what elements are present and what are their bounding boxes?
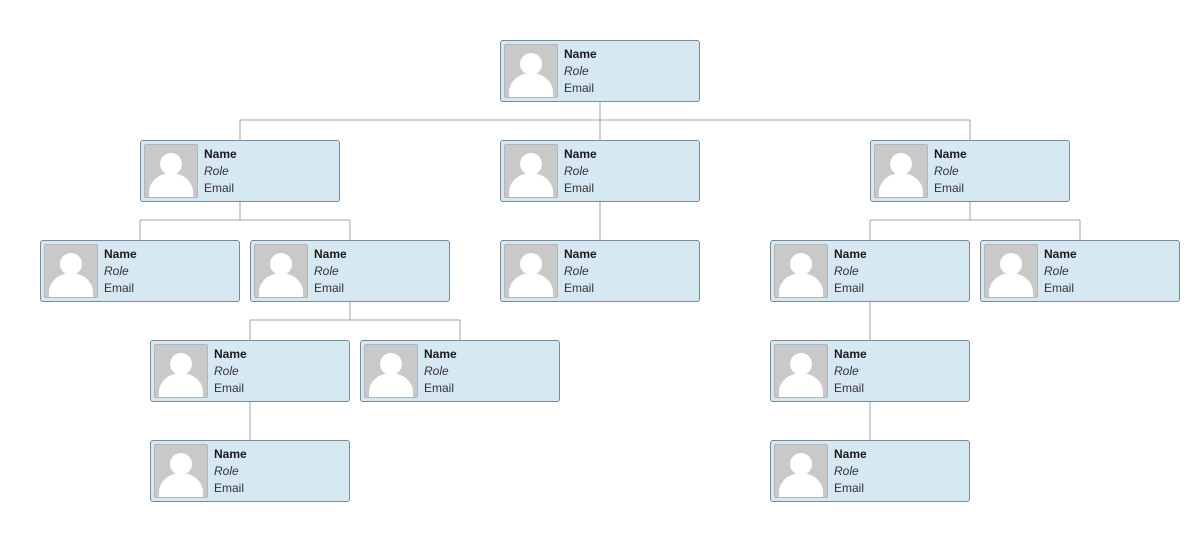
org-node-m1[interactable]: Name Role Email <box>140 140 340 202</box>
node-name: Name <box>214 346 247 363</box>
avatar-icon <box>254 244 308 298</box>
avatar-icon <box>774 344 828 398</box>
node-info: Name Role Email <box>834 244 867 298</box>
node-role: Role <box>214 463 247 480</box>
node-name: Name <box>564 46 597 63</box>
node-name: Name <box>204 146 237 163</box>
node-name: Name <box>834 346 867 363</box>
avatar-icon <box>504 244 558 298</box>
node-email: Email <box>214 480 247 497</box>
node-email: Email <box>214 380 247 397</box>
org-node-m2[interactable]: Name Role Email <box>500 140 700 202</box>
org-node-m1b1[interactable]: Name Role Email <box>150 340 350 402</box>
node-name: Name <box>564 146 597 163</box>
node-email: Email <box>564 180 597 197</box>
avatar-icon <box>874 144 928 198</box>
node-role: Role <box>564 63 597 80</box>
node-email: Email <box>834 380 867 397</box>
node-name: Name <box>834 246 867 263</box>
node-name: Name <box>1044 246 1077 263</box>
node-info: Name Role Email <box>1044 244 1077 298</box>
node-email: Email <box>104 280 137 297</box>
avatar-icon <box>44 244 98 298</box>
avatar-icon <box>774 444 828 498</box>
avatar-icon <box>504 144 558 198</box>
node-role: Role <box>204 163 237 180</box>
node-info: Name Role Email <box>834 444 867 498</box>
node-role: Role <box>834 263 867 280</box>
node-email: Email <box>834 280 867 297</box>
node-name: Name <box>424 346 457 363</box>
avatar-icon <box>144 144 198 198</box>
node-info: Name Role Email <box>564 144 597 198</box>
node-email: Email <box>204 180 237 197</box>
node-role: Role <box>564 263 597 280</box>
avatar-icon <box>154 344 208 398</box>
node-name: Name <box>214 446 247 463</box>
avatar-icon <box>154 444 208 498</box>
node-role: Role <box>1044 263 1077 280</box>
node-role: Role <box>314 263 347 280</box>
org-node-m3b[interactable]: Name Role Email <box>980 240 1180 302</box>
node-info: Name Role Email <box>214 444 247 498</box>
node-name: Name <box>834 446 867 463</box>
node-name: Name <box>934 146 967 163</box>
node-info: Name Role Email <box>564 44 597 98</box>
node-role: Role <box>834 463 867 480</box>
org-node-m1b[interactable]: Name Role Email <box>250 240 450 302</box>
node-info: Name Role Email <box>204 144 237 198</box>
org-node-m1b2[interactable]: Name Role Email <box>360 340 560 402</box>
node-name: Name <box>564 246 597 263</box>
node-email: Email <box>934 180 967 197</box>
node-info: Name Role Email <box>314 244 347 298</box>
avatar-icon <box>504 44 558 98</box>
node-email: Email <box>564 80 597 97</box>
node-role: Role <box>424 363 457 380</box>
org-node-root[interactable]: Name Role Email <box>500 40 700 102</box>
node-email: Email <box>424 380 457 397</box>
node-email: Email <box>314 280 347 297</box>
org-node-m3a[interactable]: Name Role Email <box>770 240 970 302</box>
node-role: Role <box>834 363 867 380</box>
org-node-m1a[interactable]: Name Role Email <box>40 240 240 302</box>
node-email: Email <box>834 480 867 497</box>
node-role: Role <box>934 163 967 180</box>
node-role: Role <box>104 263 137 280</box>
node-info: Name Role Email <box>424 344 457 398</box>
avatar-icon <box>364 344 418 398</box>
node-name: Name <box>314 246 347 263</box>
node-info: Name Role Email <box>564 244 597 298</box>
node-name: Name <box>104 246 137 263</box>
avatar-icon <box>984 244 1038 298</box>
org-node-m2a[interactable]: Name Role Email <box>500 240 700 302</box>
avatar-icon <box>774 244 828 298</box>
org-node-m1b1a[interactable]: Name Role Email <box>150 440 350 502</box>
node-email: Email <box>564 280 597 297</box>
node-info: Name Role Email <box>934 144 967 198</box>
org-node-m3[interactable]: Name Role Email <box>870 140 1070 202</box>
org-node-m3a1a[interactable]: Name Role Email <box>770 440 970 502</box>
node-email: Email <box>1044 280 1077 297</box>
node-info: Name Role Email <box>214 344 247 398</box>
node-role: Role <box>214 363 247 380</box>
node-info: Name Role Email <box>834 344 867 398</box>
org-node-m3a1[interactable]: Name Role Email <box>770 340 970 402</box>
node-role: Role <box>564 163 597 180</box>
node-info: Name Role Email <box>104 244 137 298</box>
